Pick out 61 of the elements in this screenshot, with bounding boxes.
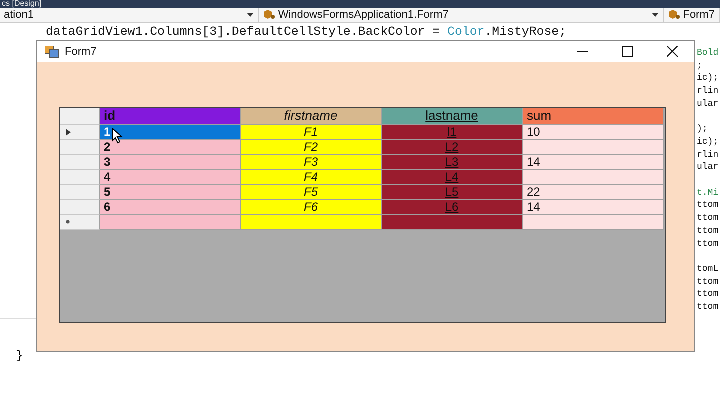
code-fragment: ; <box>697 60 704 72</box>
table-cell[interactable] <box>241 215 382 230</box>
code-brace: } <box>16 349 24 363</box>
code-fragment: ttom <box>697 301 719 314</box>
code-fragment: ic); <box>697 136 719 149</box>
table-cell[interactable]: F3 <box>241 155 382 170</box>
column-header[interactable]: sum <box>523 108 664 125</box>
code-fragment: tomL <box>697 262 719 276</box>
code-line: dataGridView1.Columns[3].DefaultCellStyle.BackColor = Color.MistyRose; <box>46 25 567 39</box>
code-fragment: ttom <box>697 224 719 238</box>
class-icon <box>668 10 680 20</box>
window-title: Form7 <box>65 46 98 58</box>
table-cell[interactable]: 5 <box>100 185 241 200</box>
new-row-icon <box>66 220 70 224</box>
table-cell[interactable] <box>100 215 241 230</box>
code-fragment: ); <box>697 123 709 136</box>
class-icon <box>263 10 276 20</box>
table-cell[interactable]: F5 <box>241 185 382 200</box>
table-cell[interactable] <box>382 215 523 230</box>
table-cell[interactable]: 6 <box>100 200 241 215</box>
code-fragment: ular <box>697 161 719 174</box>
table-cell[interactable]: 4 <box>100 170 241 185</box>
code-fragment: Bold <box>697 47 719 60</box>
maximize-icon[interactable] <box>622 46 633 57</box>
close-icon[interactable] <box>667 46 678 57</box>
table-cell[interactable]: 3 <box>100 155 241 170</box>
table-cell[interactable]: 10 <box>523 125 664 140</box>
mouse-pointer-icon <box>112 128 123 144</box>
column-header[interactable]: firstname <box>241 108 382 125</box>
table-cell[interactable]: F6 <box>241 200 382 215</box>
table-cell[interactable] <box>523 170 664 185</box>
table-cell[interactable] <box>523 140 664 155</box>
code-fragment: t.Mi <box>697 186 719 200</box>
row-header[interactable] <box>60 125 100 140</box>
code-fragment: ular <box>697 98 719 111</box>
table-cell[interactable] <box>523 215 664 230</box>
current-row-icon <box>66 128 71 136</box>
table-cell[interactable]: 14 <box>523 155 664 170</box>
code-fragment: ttom <box>697 199 719 212</box>
code-fragment: ttom <box>697 288 719 302</box>
navigation-dropdown[interactable]: ation1 <box>0 8 260 22</box>
table-cell[interactable]: 2 <box>100 140 241 155</box>
table-cell[interactable]: 14 <box>523 200 664 215</box>
form-icon <box>45 46 59 58</box>
table-cell[interactable]: 1 <box>100 125 241 140</box>
navigation-dropdown[interactable]: WindowsFormsApplication1.Form7 <box>259 8 664 22</box>
column-header[interactable]: lastname <box>382 108 523 125</box>
caret-icon <box>247 13 254 17</box>
caret-icon <box>652 13 660 17</box>
code-fragment: ttom <box>697 212 719 225</box>
code-fragment: ttom <box>697 238 719 250</box>
code-fragment: rlin <box>697 85 719 98</box>
table-cell[interactable]: F2 <box>241 140 382 155</box>
table-cell[interactable]: F4 <box>241 170 382 185</box>
code-fragment: ttom <box>697 276 719 288</box>
code-fragment: rlin <box>697 148 719 162</box>
navigation-dropdown[interactable]: Form7 <box>664 8 720 22</box>
table-cell[interactable]: 22 <box>523 185 664 200</box>
code-fragment: ic); <box>697 72 719 86</box>
document-tab[interactable]: cs [Design] <box>0 0 720 8</box>
table-cell[interactable]: F1 <box>241 125 382 140</box>
